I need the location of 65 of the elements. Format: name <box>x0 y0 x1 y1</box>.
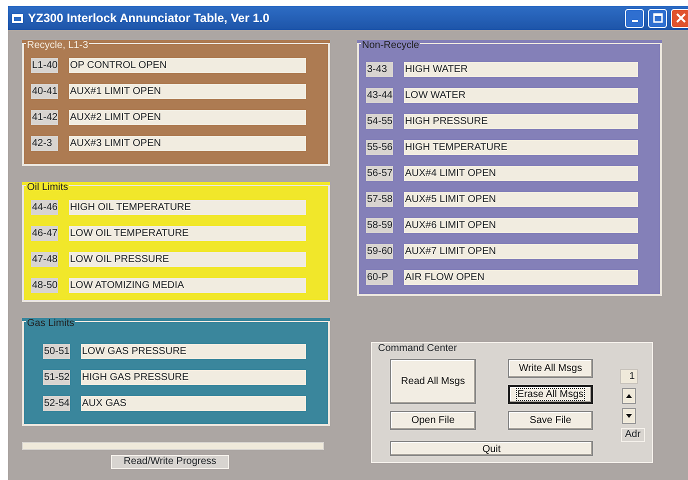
message-field: AUX#2 LIMIT OPEN <box>69 110 306 124</box>
message-field: AUX#4 LIMIT OPEN <box>404 166 638 180</box>
interlock-code: 60-P <box>366 270 393 284</box>
interlock-code: 42-3 <box>31 136 58 150</box>
app-icon <box>12 14 23 22</box>
down-arrow-icon <box>626 414 632 418</box>
message-field: HIGH OIL TEMPERATURE <box>69 200 306 214</box>
close-button[interactable] <box>671 8 688 28</box>
command-button[interactable]: Write All Msgs <box>508 359 593 378</box>
up-arrow-icon <box>626 394 632 398</box>
message-field: AUX#7 LIMIT OPEN <box>404 244 638 258</box>
interlock-code: 41-42 <box>31 110 58 124</box>
minimize-button[interactable] <box>625 8 644 28</box>
message-field: HIGH PRESSURE <box>404 114 638 128</box>
interlock-code: L1-40 <box>31 58 58 72</box>
interlock-code: 44-46 <box>31 200 58 214</box>
group-title: Recycle, L1-3 <box>26 41 90 51</box>
message-field: LOW ATOMIZING MEDIA <box>69 278 306 292</box>
command-button[interactable]: Erase All Msgs <box>508 385 593 404</box>
progress-label: Read/Write Progress <box>110 455 230 469</box>
window-title: YZ300 Interlock Annunciator Table, Ver 1.0 <box>28 10 270 27</box>
spin-up-button[interactable] <box>622 388 636 404</box>
message-field: LOW GAS PRESSURE <box>81 344 306 358</box>
message-field: HIGH TEMPERATURE <box>404 140 638 154</box>
spin-down-button[interactable] <box>622 408 636 424</box>
interlock-code: 51-52 <box>43 370 70 384</box>
interlock-code: 56-57 <box>366 166 393 180</box>
command-button[interactable]: Read All Msgs <box>390 359 476 404</box>
maximize-icon <box>652 13 662 23</box>
message-field: AUX#1 LIMIT OPEN <box>69 84 306 98</box>
group-title: Gas Limits <box>26 319 76 329</box>
close-icon <box>676 13 686 23</box>
interlock-code: 59-60 <box>366 244 393 258</box>
command-button[interactable]: Quit <box>390 441 593 456</box>
message-field: LOW WATER <box>404 88 638 102</box>
message-field: AUX#5 LIMIT OPEN <box>404 192 638 206</box>
group-title: Non-Recycle <box>361 41 420 51</box>
message-field: AIR FLOW OPEN <box>404 270 638 284</box>
message-field: HIGH GAS PRESSURE <box>81 370 306 384</box>
interlock-code: 57-58 <box>366 192 393 206</box>
command-button[interactable]: Save File <box>508 411 593 430</box>
message-field: AUX#6 LIMIT OPEN <box>404 218 638 232</box>
interlock-code: 3-43 <box>366 62 393 76</box>
group-title: Oil Limits <box>26 183 70 193</box>
interlock-code: 46-47 <box>31 226 58 240</box>
interlock-code: 55-56 <box>366 140 393 154</box>
interlock-code: 48-50 <box>31 278 58 292</box>
panel-title: Command Center <box>378 344 457 354</box>
message-field: LOW OIL PRESSURE <box>69 252 306 266</box>
interlock-code: 43-44 <box>366 88 393 102</box>
interlock-code: 47-48 <box>31 252 58 266</box>
address-field[interactable]: 1 <box>620 369 638 384</box>
message-field: AUX GAS <box>81 396 306 410</box>
address-label: Adr <box>621 428 645 442</box>
interlock-code: 54-55 <box>366 114 393 128</box>
interlock-code: 50-51 <box>43 344 70 358</box>
interlock-code: 58-59 <box>366 218 393 232</box>
message-field: OP CONTROL OPEN <box>69 58 306 72</box>
interlock-code: 40-41 <box>31 84 58 98</box>
command-button[interactable]: Open File <box>390 411 476 430</box>
interlock-code: 52-54 <box>43 396 70 410</box>
message-field: LOW OIL TEMPERATURE <box>69 226 306 240</box>
message-field: AUX#3 LIMIT OPEN <box>69 136 306 150</box>
maximize-button[interactable] <box>648 8 667 28</box>
message-field: HIGH WATER <box>404 62 638 76</box>
